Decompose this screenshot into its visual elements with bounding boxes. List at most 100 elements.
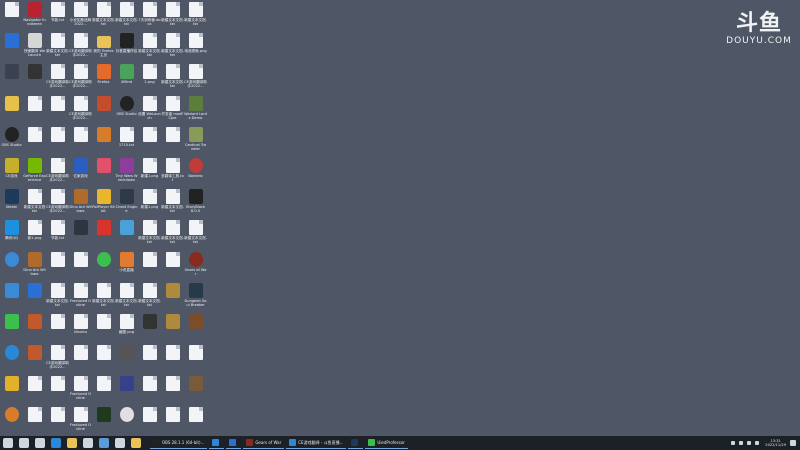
desktop-icon[interactable]: Dino Ant Willows: [23, 250, 46, 281]
desktop-icon[interactable]: [161, 374, 184, 405]
desktop-icon[interactable]: StoryBlock 8.0.0: [184, 187, 207, 218]
notification-icon[interactable]: [790, 440, 796, 446]
store-icon[interactable]: [83, 438, 93, 448]
desktop-icon[interactable]: [161, 312, 184, 343]
desktop-icon[interactable]: 新建文本文档.txt: [138, 281, 161, 312]
desktop-icon[interactable]: [92, 250, 115, 281]
desktop-icon[interactable]: [69, 343, 92, 374]
desktop-icon[interactable]: Firefox: [92, 62, 115, 93]
desktop-icon[interactable]: 新建文本文档.txt: [161, 31, 184, 62]
desktop-icon[interactable]: [0, 250, 23, 281]
desktop-icon[interactable]: [161, 343, 184, 374]
desktop-icon[interactable]: [23, 125, 46, 156]
desktop-icon[interactable]: 新建文本文档.txt: [92, 281, 115, 312]
desktop-icon[interactable]: [92, 94, 115, 125]
desktop-icon[interactable]: GeForce Experience: [23, 156, 46, 187]
desktop-icon[interactable]: [115, 374, 138, 405]
taskbar-app-button[interactable]: [348, 437, 364, 449]
desktop-icon[interactable]: [92, 125, 115, 156]
desktop-icon[interactable]: 新建文本文档.txt: [184, 0, 207, 31]
desktop-icon[interactable]: [69, 125, 92, 156]
desktop-icon[interactable]: OBS Studio: [0, 125, 23, 156]
desktop-icon[interactable]: [138, 343, 161, 374]
desktop-icon[interactable]: [138, 374, 161, 405]
desktop-icon[interactable]: 新建文本文档.txt: [138, 31, 161, 62]
edge-icon[interactable]: [51, 438, 61, 448]
mail-icon[interactable]: [99, 438, 109, 448]
desktop-icon[interactable]: Tiny Wars Wreckdown: [115, 156, 138, 187]
desktop-icon[interactable]: XMind: [115, 62, 138, 93]
desktop-icon[interactable]: [92, 218, 115, 249]
desktop-icon[interactable]: 小说直播: [115, 250, 138, 281]
search-icon[interactable]: [19, 438, 29, 448]
desktop-icon[interactable]: 新建文本文档.txt: [46, 31, 69, 62]
desktop-icon[interactable]: 新建文本文档.txt: [115, 281, 138, 312]
desktop-icon[interactable]: [23, 62, 46, 93]
desktop-icon[interactable]: [0, 0, 23, 31]
desktop-icon[interactable]: [92, 405, 115, 436]
desktop-icon[interactable]: 新建文本文档 txt: [23, 187, 46, 218]
desktop-icon[interactable]: 亿家游戏: [69, 156, 92, 187]
desktop-icon[interactable]: 我的 Firefox 主页: [92, 31, 115, 62]
desktop-icon[interactable]: [115, 343, 138, 374]
desktop-icon[interactable]: CE游戏翻译助手2022...: [69, 94, 92, 125]
desktop-icon[interactable]: [46, 125, 69, 156]
desktop-icon[interactable]: Cardinal Traveler: [184, 125, 207, 156]
volume-icon[interactable]: [747, 441, 752, 445]
desktop-icon[interactable]: 7天训练营.docx: [138, 0, 161, 31]
desktop-icon[interactable]: [23, 343, 46, 374]
desktop-icon[interactable]: 新建文本文档.txt: [161, 187, 184, 218]
desktop-icon[interactable]: 设置 WeLaunch: [138, 94, 161, 125]
desktop-icon[interactable]: 开发者 modFCJoe: [161, 94, 184, 125]
desktop-icon[interactable]: CE游戏: [0, 156, 23, 187]
desktop-icon[interactable]: 多翻译工具.txt: [161, 156, 184, 187]
desktop-icon[interactable]: Dino Ant Willows: [69, 187, 92, 218]
desktop-icon[interactable]: [0, 312, 23, 343]
desktop-icon[interactable]: 新建1.png: [138, 187, 161, 218]
desktop-icon[interactable]: [115, 405, 138, 436]
desktop-icon[interactable]: Navigator fundamen: [23, 0, 46, 31]
desktop-icon[interactable]: [161, 405, 184, 436]
desktop-icon[interactable]: 新建文本文档.txt: [161, 218, 184, 249]
desktop-icon[interactable]: 新建文本文档.txt: [138, 218, 161, 249]
desktop-icon[interactable]: CE游戏翻译助手2022...: [46, 62, 69, 93]
desktop-icon[interactable]: [184, 374, 207, 405]
clock[interactable]: 13:31 2022/11/29: [765, 439, 786, 447]
desktop-icon[interactable]: Ubuntu: [69, 312, 92, 343]
desktop-icon[interactable]: 1715.txt: [115, 125, 138, 156]
desktop-icon[interactable]: CE游戏翻译助手2022...: [46, 343, 69, 374]
desktop-icon[interactable]: [184, 343, 207, 374]
desktop-icon[interactable]: OBS Studio: [115, 94, 138, 125]
network-icon[interactable]: [739, 441, 744, 445]
desktop-icon[interactable]: Fractured Online: [69, 405, 92, 436]
desktop-icon[interactable]: CE游戏翻译助手2022...: [46, 187, 69, 218]
desktop-icon[interactable]: [0, 94, 23, 125]
taskbar-app-button[interactable]: OBS 28.1.1 (64-bit)...: [150, 437, 208, 449]
desktop-icon[interactable]: 新建文本文档.txt: [161, 62, 184, 93]
desktop-icon[interactable]: [23, 374, 46, 405]
desktop-icon[interactable]: Steam: [0, 187, 23, 218]
desktop-icon[interactable]: 新建文本文档.txt: [92, 0, 115, 31]
desktop-icon[interactable]: [92, 343, 115, 374]
desktop-icon[interactable]: 新建文本文档.txt: [115, 0, 138, 31]
desktop-icon[interactable]: [92, 312, 115, 343]
desktop-icon[interactable]: 1.png: [138, 62, 161, 93]
desktop-icon[interactable]: [138, 312, 161, 343]
desktop-icon[interactable]: Fractured Online: [69, 281, 92, 312]
desktop-icon[interactable]: 快速翻译 WeLaunch: [23, 31, 46, 62]
desktop-icon[interactable]: [46, 312, 69, 343]
desktop-icon[interactable]: [23, 312, 46, 343]
desktop-icon[interactable]: Dungeon Soul Breaker: [184, 281, 207, 312]
desktop-icon[interactable]: [46, 374, 69, 405]
calculator-icon[interactable]: [115, 438, 125, 448]
desktop-icon[interactable]: [0, 62, 23, 93]
desktop-icon[interactable]: Gears of War: [184, 250, 207, 281]
taskbar-app-button[interactable]: [226, 437, 242, 449]
desktop-icon[interactable]: CE游戏翻译助手2022...: [69, 31, 92, 62]
desktop-icon[interactable]: [184, 405, 207, 436]
desktop-icon[interactable]: CE游戏翻译助手2022...: [69, 62, 92, 93]
desktop-icon[interactable]: [161, 125, 184, 156]
desktop-icon[interactable]: Warlord Lords Demo: [184, 94, 207, 125]
desktop-icon[interactable]: [92, 374, 115, 405]
desktop-icon[interactable]: 新建文本文档.txt: [161, 0, 184, 31]
